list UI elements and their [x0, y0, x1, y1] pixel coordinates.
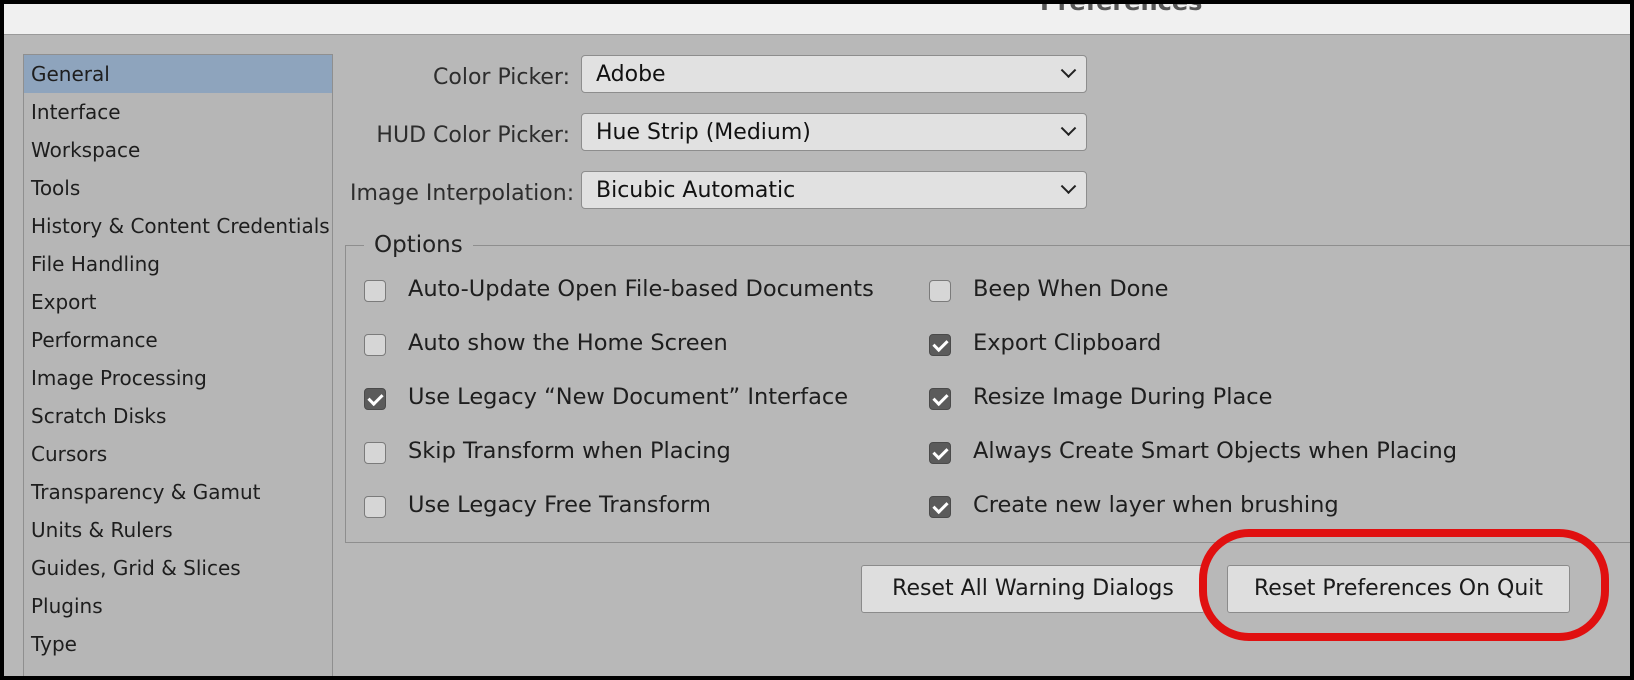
sidebar-item-export[interactable]: Export: [24, 283, 332, 321]
sidebar-item-history[interactable]: History & Content Credentials: [24, 207, 332, 245]
checkbox-checked[interactable]: [929, 334, 951, 356]
checkbox-checked[interactable]: [929, 496, 951, 518]
option-label: Auto show the Home Screen: [408, 330, 728, 356]
checkbox-checked[interactable]: [364, 388, 386, 410]
checkbox-unchecked[interactable]: [364, 496, 386, 518]
option-label: Beep When Done: [973, 276, 1169, 302]
sidebar-item-cursors[interactable]: Cursors: [24, 435, 332, 473]
chevron-down-icon: [1060, 120, 1077, 137]
sidebar-item-tools[interactable]: Tools: [24, 169, 332, 207]
image-interpolation-select[interactable]: Bicubic Automatic: [581, 171, 1087, 209]
color-picker-label: Color Picker:: [433, 65, 570, 90]
option-label: Use Legacy “New Document” Interface: [408, 384, 849, 410]
sidebar-item-interface[interactable]: Interface: [24, 93, 332, 131]
highlight-annotation: [1199, 529, 1609, 641]
checkmark-icon: [367, 389, 384, 407]
option-label: Export Clipboard: [973, 330, 1162, 356]
checkbox-unchecked[interactable]: [929, 280, 951, 302]
checkmark-icon: [932, 497, 949, 515]
checkbox-unchecked[interactable]: [364, 442, 386, 464]
option-label: Auto-Update Open File-based Documents: [408, 276, 874, 302]
sidebar-item-image-processing[interactable]: Image Processing: [24, 359, 332, 397]
checkbox-checked[interactable]: [929, 442, 951, 464]
option-label: Resize Image During Place: [973, 384, 1273, 410]
hud-color-picker-label: HUD Color Picker:: [376, 123, 570, 148]
option-label: Always Create Smart Objects when Placing: [973, 438, 1457, 464]
sidebar-item-guides[interactable]: Guides, Grid & Slices: [24, 549, 332, 587]
sidebar-item-transparency[interactable]: Transparency & Gamut: [24, 473, 332, 511]
sidebar-item-plugins[interactable]: Plugins: [24, 587, 332, 625]
chevron-down-icon: [1060, 178, 1077, 195]
sidebar-item-performance[interactable]: Performance: [24, 321, 332, 359]
checkmark-icon: [932, 389, 949, 407]
checkbox-checked[interactable]: [929, 388, 951, 410]
sidebar-item-type[interactable]: Type: [24, 625, 332, 663]
option-label: Use Legacy Free Transform: [408, 492, 711, 518]
hud-color-picker-select[interactable]: Hue Strip (Medium): [581, 113, 1087, 151]
hud-color-picker-value: Hue Strip (Medium): [596, 120, 811, 145]
sidebar-item-workspace[interactable]: Workspace: [24, 131, 332, 169]
checkbox-unchecked[interactable]: [364, 334, 386, 356]
sidebar-item-general[interactable]: General: [24, 55, 332, 93]
option-label: Create new layer when brushing: [973, 492, 1339, 518]
checkbox-unchecked[interactable]: [364, 280, 386, 302]
title-bar: Preferences: [4, 4, 1630, 35]
sidebar-item-scratch-disks[interactable]: Scratch Disks: [24, 397, 332, 435]
color-picker-select[interactable]: Adobe: [581, 55, 1087, 93]
sidebar-item-file-handling[interactable]: File Handling: [24, 245, 332, 283]
option-label: Skip Transform when Placing: [408, 438, 731, 464]
options-legend: Options: [364, 232, 473, 258]
checkmark-icon: [932, 335, 949, 353]
chevron-down-icon: [1060, 62, 1077, 79]
image-interpolation-value: Bicubic Automatic: [596, 178, 796, 203]
sidebar-item-units-rulers[interactable]: Units & Rulers: [24, 511, 332, 549]
checkmark-icon: [932, 443, 949, 461]
image-interpolation-label: Image Interpolation:: [350, 181, 575, 206]
color-picker-value: Adobe: [596, 62, 666, 87]
category-sidebar: General Interface Workspace Tools Histor…: [23, 54, 333, 676]
window-title: Preferences: [1040, 4, 1202, 16]
preferences-window: Preferences General Interface Workspace …: [4, 4, 1630, 676]
reset-warning-dialogs-button[interactable]: Reset All Warning Dialogs: [861, 565, 1205, 613]
